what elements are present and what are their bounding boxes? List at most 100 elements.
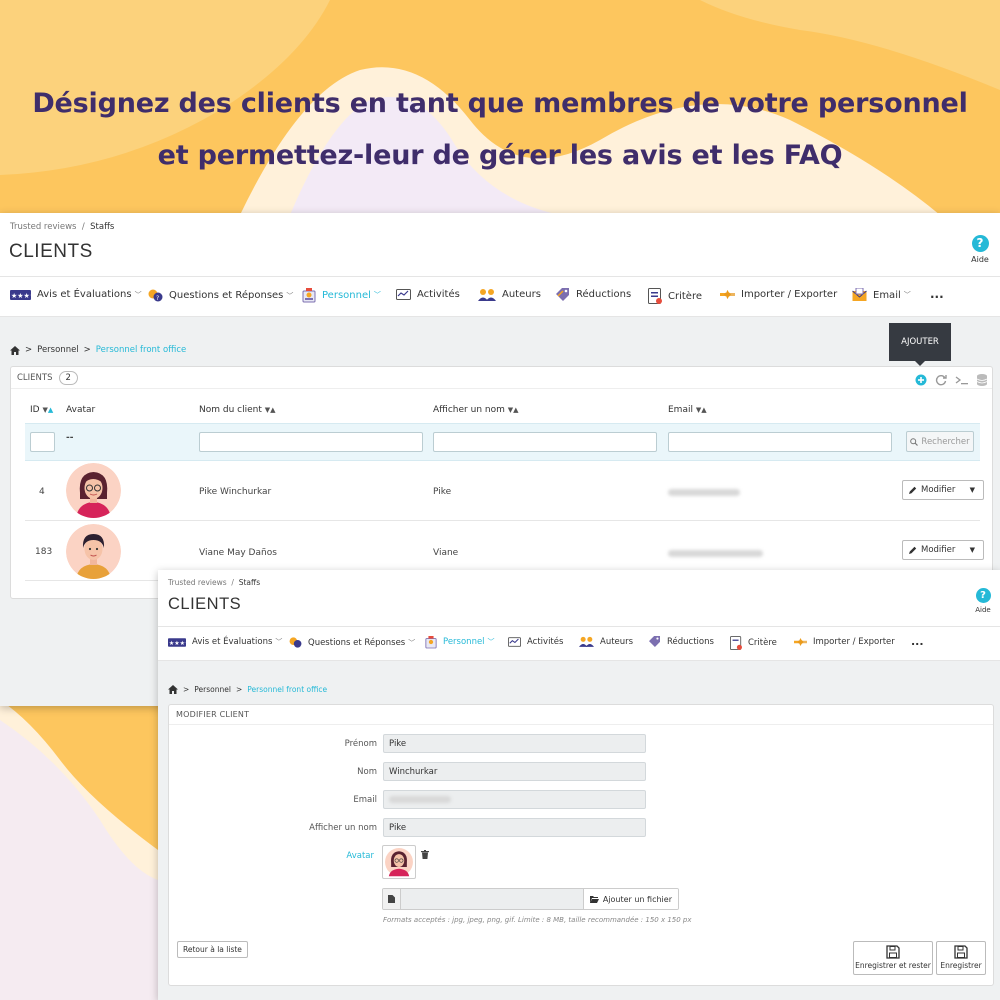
nav-item-discounts[interactable]: Réductions (648, 636, 714, 647)
nav-label: Activités (417, 289, 460, 300)
email-field[interactable] (383, 790, 646, 809)
help-button[interactable]: ? Aide (966, 235, 994, 264)
save-label: Enregistrer (940, 961, 982, 970)
column-display-name[interactable]: Afficher un nom ▼▲ (433, 405, 519, 415)
nav-item-authors[interactable]: Auteurs (579, 636, 633, 647)
filter-id-input[interactable] (30, 432, 55, 452)
refresh-button[interactable] (934, 372, 948, 386)
nav-item-qa[interactable]: ? Questions et Réponses ﹀ (148, 289, 293, 302)
clients-list-card: CLIENTS 2 ID ▼▲ Avatar Nom du client ▼▲ … (10, 366, 993, 599)
caret-down-icon[interactable]: ▼ (961, 481, 983, 499)
authors-icon (478, 289, 496, 301)
nav-item-reviews[interactable]: ★★★★ Avis et Évaluations﹀ (10, 289, 142, 300)
nav-item-reviews[interactable]: ★★★★ Avis et Évaluations﹀ (168, 637, 282, 647)
floppy-icon (886, 945, 900, 959)
nav-label: Avis et Évaluations (192, 637, 273, 647)
nav-item-criteria[interactable]: Critère (648, 288, 702, 304)
lastname-field[interactable]: Winchurkar (383, 762, 646, 781)
chevron-down-icon: ﹀ (408, 638, 416, 647)
sort-asc-icon[interactable]: ▲ (513, 406, 518, 414)
nav-item-qa[interactable]: Questions et Réponses ﹀ (289, 637, 415, 648)
nav-item-criteria[interactable]: Critère (730, 636, 777, 650)
database-icon (976, 374, 988, 386)
save-button[interactable]: Enregistrer (936, 941, 986, 975)
nav-item-staff[interactable]: Personnel ﹀ (425, 635, 495, 649)
sort-asc-icon[interactable]: ▲ (48, 406, 53, 414)
list-title: CLIENTS (17, 372, 53, 383)
nav-item-import-export[interactable]: Importer / Exporter (720, 289, 837, 300)
nav-label: Questions et Réponses (169, 290, 284, 301)
stars-icon: ★★★★ (168, 637, 186, 647)
filter-name-input[interactable] (199, 432, 423, 452)
nav-item-email[interactable]: Email ﹀ (852, 288, 911, 302)
save-and-stay-button[interactable]: Enregistrer et rester (853, 941, 933, 975)
file-name-input[interactable] (401, 889, 583, 909)
nav-item-activities[interactable]: Activités (508, 637, 563, 647)
column-id[interactable]: ID ▼▲ (30, 405, 53, 415)
row-id: 183 (35, 547, 53, 557)
list-header: CLIENTS 2 (11, 367, 992, 389)
nav-item-activities[interactable]: Activités (396, 289, 460, 300)
home-icon[interactable] (168, 685, 178, 694)
sort-asc-icon[interactable]: ▲ (701, 406, 706, 414)
nav-item-discounts[interactable]: Réductions (555, 288, 631, 301)
breadcrumb-parent[interactable]: Personnel (194, 685, 231, 694)
trash-icon (421, 850, 429, 859)
display-name-field[interactable]: Pike (383, 818, 646, 837)
row-divider (25, 520, 980, 521)
row-email-blurred (668, 550, 763, 560)
nav-label: Réductions (667, 636, 714, 647)
email-value-blurred (389, 796, 451, 803)
nav-label: Critère (668, 290, 702, 302)
folder-open-icon (589, 895, 599, 903)
firstname-field[interactable]: Pike (383, 734, 646, 753)
help-button[interactable]: ? Aide (970, 588, 996, 614)
edit-main[interactable]: Modifier (903, 541, 961, 559)
search-button[interactable]: Rechercher (906, 431, 974, 452)
help-label: Aide (971, 255, 989, 264)
row-display-name: Pike (433, 487, 452, 497)
nav-item-authors[interactable]: Auteurs (478, 288, 541, 301)
column-client-name[interactable]: Nom du client ▼▲ (199, 405, 276, 415)
column-email[interactable]: Email ▼▲ (668, 405, 707, 415)
breadcrumb-current[interactable]: Personnel front office (96, 345, 187, 355)
edit-main[interactable]: Modifier (903, 481, 961, 499)
filter-email-input[interactable] (668, 432, 892, 452)
label-firstname: Prénom (344, 739, 377, 749)
nav-item-staff[interactable]: Personnel ﹀ (302, 287, 381, 303)
sort-asc-icon[interactable]: ▲ (270, 406, 275, 414)
nav-more-button[interactable]: ... (930, 287, 944, 301)
page-title: CLIENTS (9, 241, 93, 262)
pencil-icon (909, 546, 917, 554)
back-to-list-button[interactable]: Retour à la liste (177, 941, 248, 958)
sql-query-button[interactable] (954, 372, 968, 386)
add-file-button[interactable]: Ajouter un fichier (582, 889, 678, 909)
nav-label: Personnel (322, 289, 371, 301)
breadcrumb-separator: / (81, 222, 85, 232)
chevron-down-icon: ﹀ (373, 291, 381, 299)
nav-label: Réductions (576, 289, 632, 300)
add-button[interactable] (914, 372, 928, 386)
breadcrumb-current[interactable]: Personnel front office (247, 685, 327, 694)
edit-button[interactable]: Modifier ▼ (902, 540, 985, 560)
breadcrumb-separator: > (235, 685, 243, 694)
edit-button[interactable]: Modifier ▼ (902, 480, 985, 500)
svg-text:★★★★: ★★★★ (11, 292, 31, 300)
breadcrumb-root[interactable]: Trusted reviews (168, 578, 227, 587)
export-button[interactable] (975, 372, 989, 386)
nav-item-import-export[interactable]: Importer / Exporter (794, 637, 895, 647)
breadcrumb-parent[interactable]: Personnel (37, 345, 79, 355)
delete-avatar-button[interactable] (421, 850, 429, 862)
caret-down-icon[interactable]: ▼ (961, 541, 983, 559)
filter-display-input[interactable] (433, 432, 657, 452)
home-icon[interactable] (10, 345, 20, 355)
file-icon (383, 889, 401, 909)
row-id: 4 (39, 487, 45, 497)
breadcrumb-current: Staffs (90, 222, 115, 232)
import-export-icon (720, 290, 735, 299)
label-avatar[interactable]: Avatar (254, 851, 374, 861)
import-export-icon (794, 638, 807, 646)
nav-more-button[interactable]: ... (911, 635, 924, 648)
label-email: Email (353, 795, 377, 805)
breadcrumb-root[interactable]: Trusted reviews (10, 222, 76, 232)
